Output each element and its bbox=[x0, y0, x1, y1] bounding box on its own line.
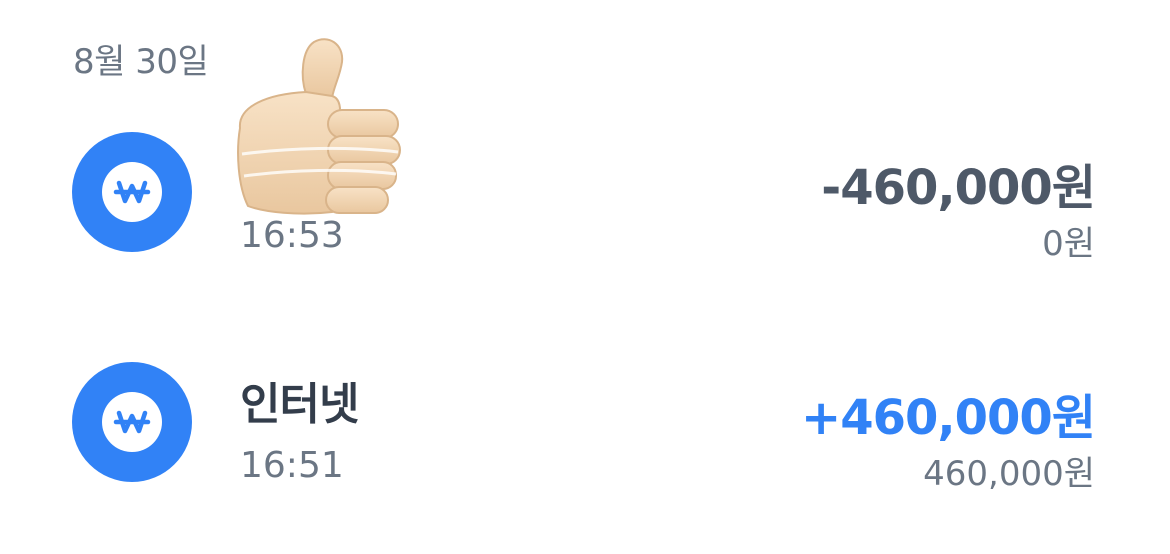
won-icon bbox=[72, 132, 192, 252]
transaction-row[interactable]: 인터넷 16:51 +460,000원 460,000원 bbox=[0, 340, 1170, 500]
transaction-balance: 460,000원 bbox=[923, 454, 1095, 494]
transaction-row[interactable]: 16:53 -460,000원 0원 bbox=[0, 110, 1170, 270]
transaction-balance: 0원 bbox=[1042, 224, 1095, 264]
transaction-time: 16:51 bbox=[240, 445, 344, 486]
transaction-amount: -460,000원 bbox=[821, 160, 1096, 216]
thumbs-up-icon bbox=[228, 36, 408, 226]
won-icon bbox=[72, 362, 192, 482]
transaction-title: 인터넷 bbox=[240, 379, 359, 430]
transaction-amount: +460,000원 bbox=[800, 390, 1096, 446]
date-header: 8월 30일 bbox=[73, 42, 209, 82]
